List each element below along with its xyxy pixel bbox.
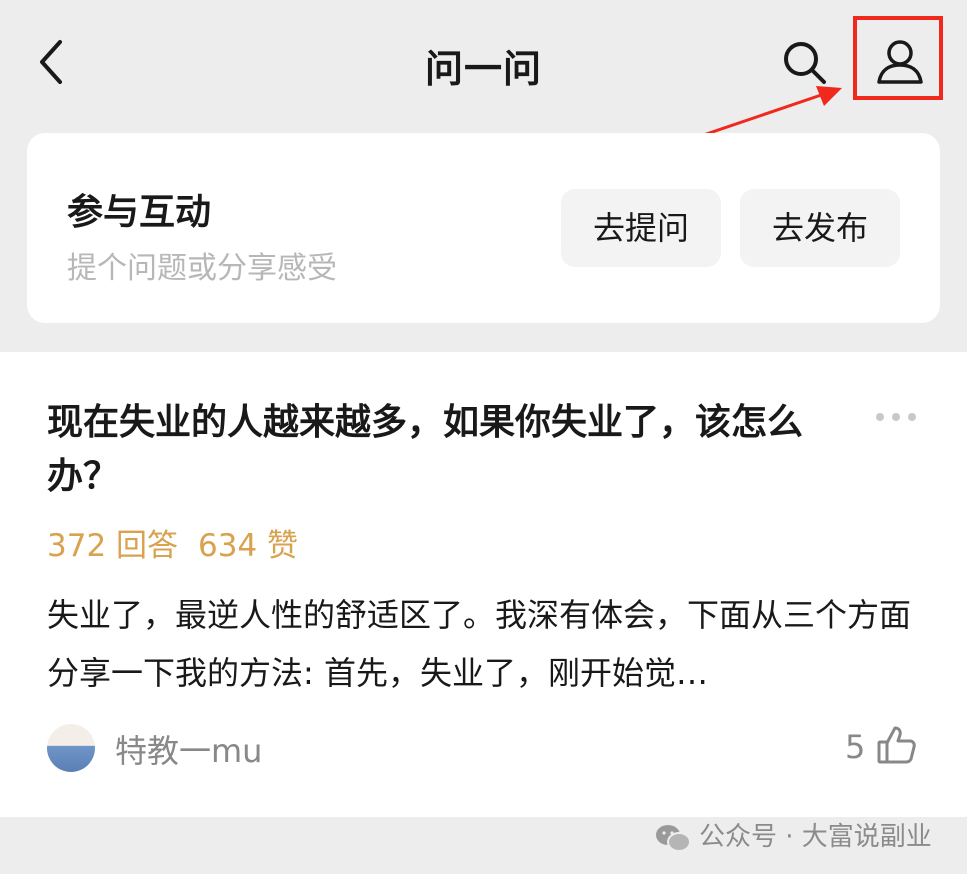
interact-subtitle: 提个问题或分享感受 [67,251,337,286]
user-icon [877,40,923,84]
watermark: 公众号 · 大富说副业 [655,817,932,857]
avatar[interactable] [47,724,95,772]
interact-card: 参与互动 提个问题或分享感受 去提问 去发布 [27,133,940,323]
like-count: 5 [845,728,866,766]
watermark-text: 公众号 · 大富说副业 [699,822,932,852]
wechat-icon [656,824,691,852]
author-name[interactable]: 特教一mu [115,726,262,772]
ask-question-button[interactable]: 去提问 [561,189,721,267]
post-button[interactable]: 去发布 [740,189,900,267]
answer-count: 372 回答 [47,528,179,564]
question-card[interactable]: 现在失业的人越来越多，如果你失业了，该怎么办？ 372 回答 634 赞 失业了，… [0,352,967,817]
interact-title: 参与互动 [67,192,212,233]
thumbs-up-icon[interactable] [876,724,918,766]
more-options-button[interactable] [872,408,920,426]
profile-button[interactable] [853,16,943,100]
question-stats: 372 回答 634 赞 [47,520,318,565]
more-icon [876,413,916,421]
answer-excerpt[interactable]: 失业了，最逆人性的舒适区了。我深有体会，下面从三个方面分享一下我的方法: 首先，… [47,586,927,702]
question-title[interactable]: 现在失业的人越来越多，如果你失业了，该怎么办？ [47,396,847,504]
like-total: 634 赞 [198,528,299,564]
nav-bar: 问一问 [0,0,967,162]
